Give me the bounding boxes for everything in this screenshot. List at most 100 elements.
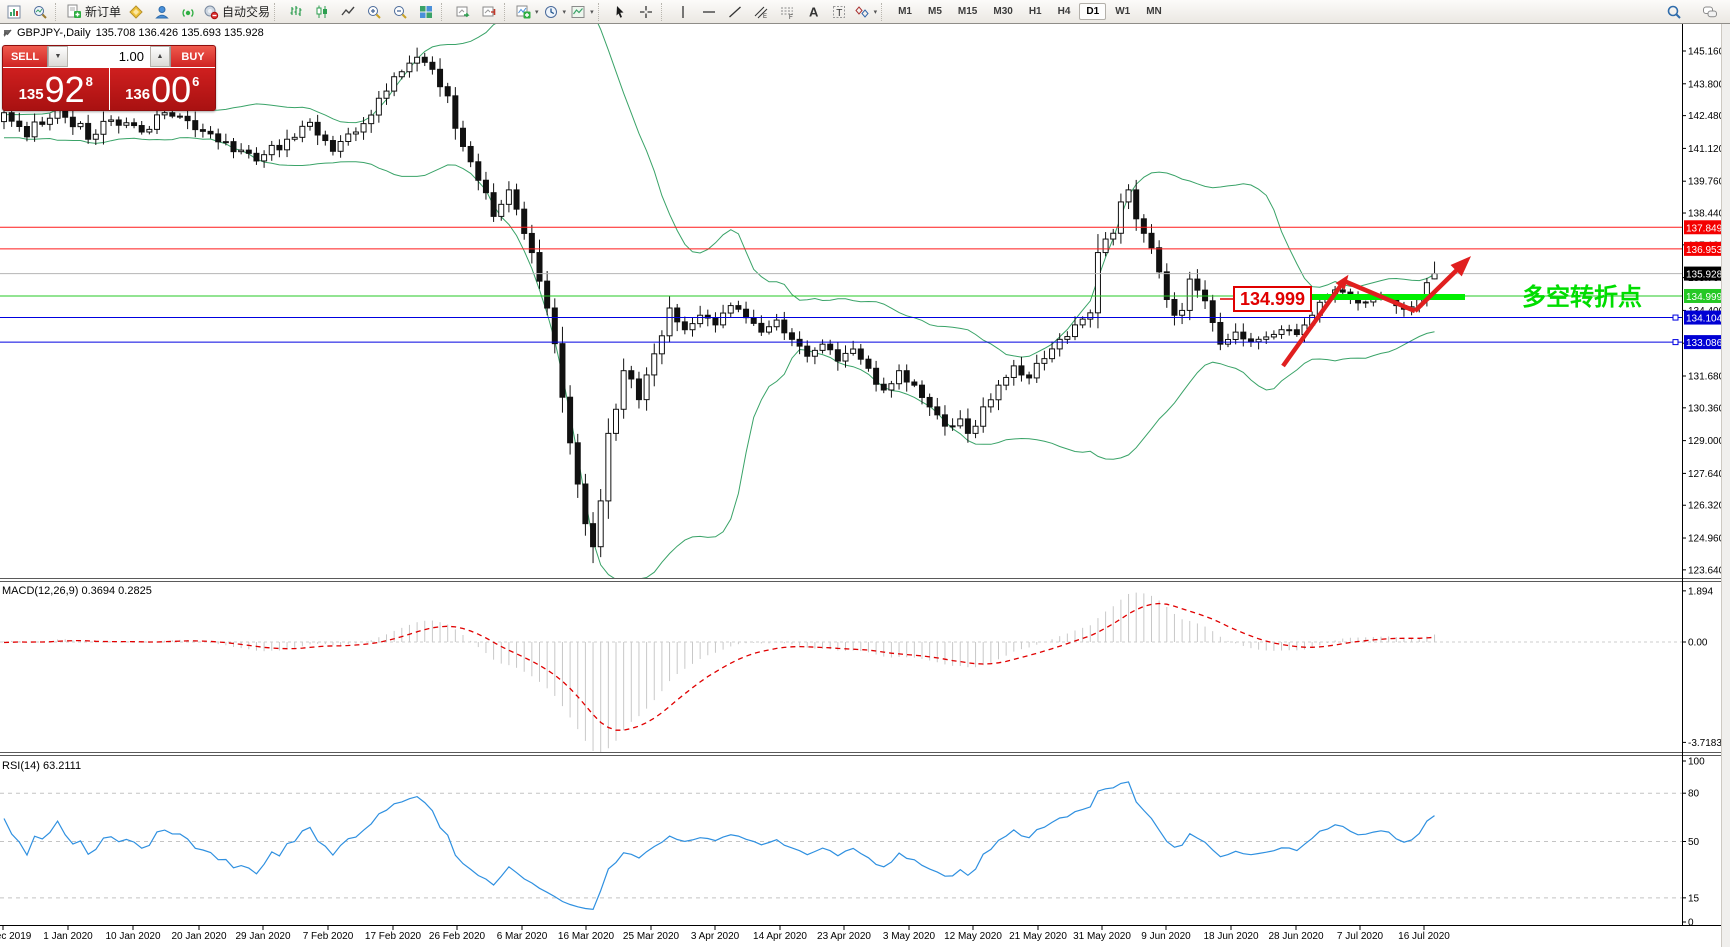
- bearish-candle: [582, 483, 589, 525]
- bearish-candle: [184, 115, 191, 122]
- zoom-out-button[interactable]: [387, 2, 413, 22]
- periods-dropdown-arrow[interactable]: ▾: [563, 8, 567, 16]
- autotrading-button[interactable]: 自动交易: [201, 2, 272, 22]
- bullish-candle: [850, 348, 857, 354]
- chart-shift-button[interactable]: [476, 2, 502, 22]
- chart-canvas[interactable]: 145.160 143.800 142.480 141.120 139.760 138.4…: [0, 0, 1730, 947]
- text-tool-button[interactable]: A: [800, 2, 826, 22]
- bearish-candle: [880, 383, 887, 391]
- new-chart-button[interactable]: [1, 2, 27, 22]
- equidistant-channel-tool-button[interactable]: E: [748, 2, 774, 22]
- date-label: 7 Feb 2020: [303, 931, 354, 942]
- bullish-candle: [1072, 324, 1078, 338]
- vertical-line-tool-button[interactable]: [670, 2, 696, 22]
- bearish-candle: [1293, 329, 1300, 336]
- line-chart-mode-button[interactable]: [335, 2, 361, 22]
- community-button[interactable]: [149, 2, 175, 22]
- horizontal-line-tool-button[interactable]: [696, 2, 722, 22]
- profiles-button[interactable]: [27, 2, 53, 22]
- hline-handle[interactable]: [1672, 339, 1679, 346]
- crosshair-button[interactable]: [633, 2, 659, 22]
- signals-button[interactable]: [175, 2, 201, 22]
- volume-increase-button[interactable]: ▲: [150, 46, 170, 67]
- svg-text:E: E: [763, 14, 767, 20]
- auto-scroll-button[interactable]: [450, 2, 476, 22]
- timeframe-d1-button[interactable]: D1: [1079, 3, 1107, 20]
- bearish-candle: [903, 370, 910, 383]
- search-button[interactable]: [1661, 2, 1687, 22]
- text-label-tool-button[interactable]: T: [826, 2, 852, 22]
- indicators-list-dropdown-arrow[interactable]: ▾: [535, 8, 539, 16]
- bullish-candle: [1064, 336, 1071, 340]
- timeframe-mn-button[interactable]: MN: [1139, 3, 1169, 20]
- sell-price-button[interactable]: 135 92 8: [3, 68, 110, 110]
- new-order-button[interactable]: 新订单: [64, 2, 123, 22]
- search-icon: [1666, 4, 1682, 20]
- timeframe-h4-button[interactable]: H4: [1051, 3, 1078, 20]
- cursor-button[interactable]: [607, 2, 633, 22]
- bearish-candle: [69, 116, 76, 128]
- rsi-tick-label: 0: [1688, 918, 1694, 929]
- arrows-tool-dropdown-arrow[interactable]: ▾: [874, 8, 878, 16]
- toolbar-right-group: [1661, 2, 1723, 22]
- timeframe-m5-button[interactable]: M5: [921, 3, 949, 20]
- date-label: 29 Jan 2020: [235, 931, 290, 942]
- sell-button[interactable]: SELL: [3, 46, 47, 67]
- bullish-candle: [337, 141, 344, 152]
- macd-tick-label: -3.7183: [1688, 738, 1722, 749]
- horizontal-line-tool-icon: [701, 4, 717, 20]
- bearish-candle: [23, 126, 30, 138]
- price-tick-label: 130.360: [1688, 403, 1725, 414]
- candle-chart-mode-icon: [314, 4, 330, 20]
- rsi-tick-label: 15: [1688, 893, 1700, 904]
- bearish-candle: [857, 348, 864, 360]
- buy-price-button[interactable]: 136 00 6: [109, 68, 215, 110]
- volume-value[interactable]: 1.00: [68, 46, 150, 67]
- indicators-list-button[interactable]: ▾: [513, 2, 541, 22]
- bearish-candle: [314, 121, 321, 136]
- chat-button[interactable]: [1697, 2, 1723, 22]
- indicators-list-icon: [515, 4, 531, 20]
- tile-windows-button[interactable]: [413, 2, 439, 22]
- timeframe-m1-button[interactable]: M1: [891, 3, 919, 20]
- bullish-candle: [92, 133, 99, 140]
- bullish-candle: [383, 90, 390, 99]
- bearish-candle: [1163, 271, 1170, 300]
- templates-dropdown-arrow[interactable]: ▾: [590, 8, 594, 16]
- metaeditor-button[interactable]: [123, 2, 149, 22]
- candle-chart-mode-button[interactable]: [309, 2, 335, 22]
- volume-decrease-button[interactable]: ▼: [48, 46, 68, 67]
- bullish-candle: [613, 408, 619, 434]
- bullish-candle: [689, 323, 696, 331]
- timeframe-w1-button[interactable]: W1: [1108, 3, 1137, 20]
- bullish-candle: [77, 122, 84, 128]
- bearish-candle: [827, 343, 834, 351]
- bearish-candle: [490, 192, 497, 217]
- buy-button[interactable]: BUY: [171, 46, 215, 67]
- templates-button[interactable]: ▾: [568, 2, 596, 22]
- bullish-candle: [1125, 189, 1132, 203]
- toolbar-separator: [881, 2, 888, 21]
- arrows-tool-button[interactable]: ▾: [852, 2, 880, 22]
- zoom-in-button[interactable]: [361, 2, 387, 22]
- bullish-candle: [1179, 309, 1186, 316]
- bearish-candle: [199, 129, 206, 132]
- timeframe-m30-button[interactable]: M30: [986, 3, 1019, 20]
- bullish-candle: [597, 500, 604, 548]
- bearish-candle: [1202, 289, 1209, 302]
- timeframe-h1-button[interactable]: H1: [1022, 3, 1049, 20]
- timeframe-m15-button[interactable]: M15: [951, 3, 984, 20]
- periods-button[interactable]: ▾: [541, 2, 569, 22]
- bearish-candle: [276, 144, 283, 151]
- bullish-candle: [498, 203, 505, 217]
- fibonacci-tool-button[interactable]: F: [774, 2, 800, 22]
- bullish-candle: [291, 136, 298, 140]
- bar-chart-mode-button[interactable]: [283, 2, 309, 22]
- bullish-candle: [299, 125, 306, 138]
- arrows-tool-icon: [854, 4, 870, 20]
- buy-price-sup: 6: [192, 74, 200, 89]
- trendline-tool-button[interactable]: [722, 2, 748, 22]
- hline-handle[interactable]: [1672, 314, 1679, 321]
- bearish-candle: [574, 442, 581, 485]
- bullish-candle: [154, 114, 160, 130]
